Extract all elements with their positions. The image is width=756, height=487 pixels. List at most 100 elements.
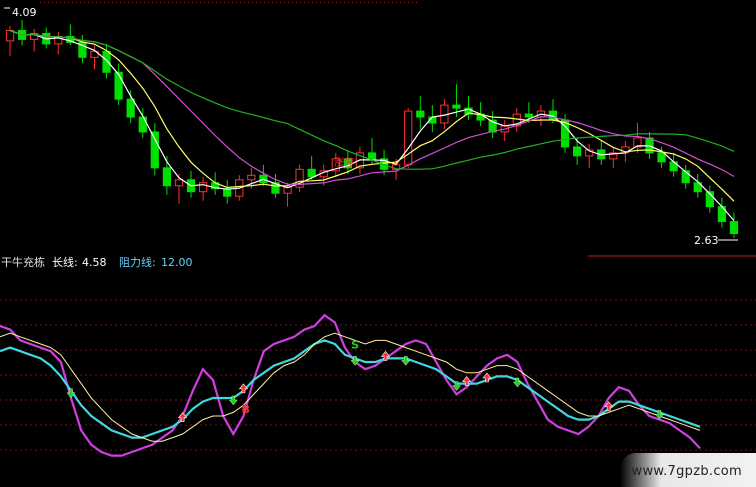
grid-dot — [140, 2, 141, 3]
grid-dot — [380, 2, 381, 3]
grid-dot — [344, 2, 345, 3]
grid-dot — [200, 2, 201, 3]
grid-dot — [220, 2, 221, 3]
grid-dot — [228, 2, 229, 3]
grid-dot — [324, 2, 325, 3]
chart-canvas: 4.09 2.63 涨停 干牛充栋 长线: 4.58 阻力线: 12.00 S B — [0, 2, 756, 457]
grid-dot — [108, 2, 109, 3]
grid-dot — [76, 2, 77, 3]
grid-dot — [104, 2, 105, 3]
grid-dot — [100, 2, 101, 3]
grid-dot — [132, 2, 133, 3]
buy-signal-letter: B — [241, 403, 249, 416]
grid-dot — [156, 2, 157, 3]
grid-dot — [388, 2, 389, 3]
grid-dot — [328, 2, 329, 3]
grid-dot — [404, 2, 405, 3]
grid-dot — [172, 2, 173, 3]
grid-dot — [364, 2, 365, 3]
grid-dot — [112, 2, 113, 3]
candle-body — [223, 188, 232, 197]
grid-dot — [216, 2, 217, 3]
candle-body — [114, 71, 123, 100]
grid-dot — [280, 2, 281, 3]
oscillator-lines — [0, 313, 701, 457]
candle-body — [681, 170, 690, 184]
grid-dot — [320, 2, 321, 3]
grid-dot — [400, 2, 401, 3]
candle-body — [452, 104, 461, 109]
grid-dot — [124, 2, 125, 3]
candle-body — [367, 152, 377, 160]
grid-dot — [196, 2, 197, 3]
grid-dot — [192, 2, 193, 3]
grid-dot — [416, 2, 417, 3]
watermark-text: www.7gpzb.com — [631, 464, 742, 479]
candle-body — [162, 167, 172, 187]
grid-dot — [316, 2, 317, 3]
grid-dot — [128, 2, 129, 3]
grid-dot — [136, 2, 137, 3]
grid-dot — [336, 2, 337, 3]
grid-dot — [260, 2, 261, 3]
grid-dot — [164, 2, 165, 3]
grid-dot — [312, 2, 313, 3]
grid-dot — [248, 2, 249, 3]
candle-body — [404, 110, 413, 166]
grid-dot — [360, 2, 361, 3]
grid-dot — [148, 2, 149, 3]
candle-body — [729, 221, 739, 235]
grid-dot — [244, 2, 245, 3]
grid-dot — [144, 2, 145, 3]
grid-dot — [40, 2, 41, 3]
grid-dot — [88, 2, 89, 3]
grid-dot — [368, 2, 369, 3]
grid-dot — [96, 2, 97, 3]
grid-dot — [56, 2, 57, 3]
limit-up-tag: 涨停 — [334, 156, 354, 169]
grid-dot — [264, 2, 265, 3]
candle-body — [657, 152, 666, 163]
grid-dot — [152, 2, 153, 3]
grid-dot — [408, 2, 409, 3]
grid-dot — [392, 2, 393, 3]
price-low-label: 2.63 — [694, 234, 719, 247]
grid-dot — [60, 2, 61, 3]
candlestick-series — [5, 20, 739, 238]
grid-dot — [288, 2, 289, 3]
candle-body — [247, 174, 256, 181]
grid-dot — [340, 2, 341, 3]
price-high-label: 4.09 — [12, 6, 37, 19]
grid-dot — [176, 2, 177, 3]
indicator-panel-grid — [0, 299, 756, 451]
ma-mid-line — [9, 29, 735, 202]
grid-dot — [84, 2, 85, 3]
candle-body — [524, 113, 533, 118]
grid-dot — [308, 2, 309, 3]
grid-dot — [44, 2, 45, 3]
grid-dot — [332, 2, 333, 3]
grid-dot — [384, 2, 385, 3]
grid-dot — [208, 2, 209, 3]
moving-average-lines — [4, 7, 738, 241]
grid-dot — [292, 2, 293, 3]
grid-dot — [204, 2, 205, 3]
resist-line-label: 阻力线: — [119, 255, 156, 269]
grid-dot — [80, 2, 81, 3]
candle-body — [150, 131, 159, 169]
long-line-value: 4.58 — [82, 256, 107, 269]
grid-dot — [160, 2, 161, 3]
grid-dot — [240, 2, 241, 3]
grid-dot — [212, 2, 213, 3]
candle-body — [174, 179, 184, 187]
grid-dot — [252, 2, 253, 3]
grid-dot — [232, 2, 233, 3]
grid-dot — [284, 2, 285, 3]
grid-dot — [296, 2, 297, 3]
grid-dot — [184, 2, 185, 3]
grid-dot — [268, 2, 269, 3]
grid-dot — [396, 2, 397, 3]
candle-body — [416, 110, 425, 118]
grid-dot — [412, 2, 413, 3]
grid-dot — [276, 2, 277, 3]
